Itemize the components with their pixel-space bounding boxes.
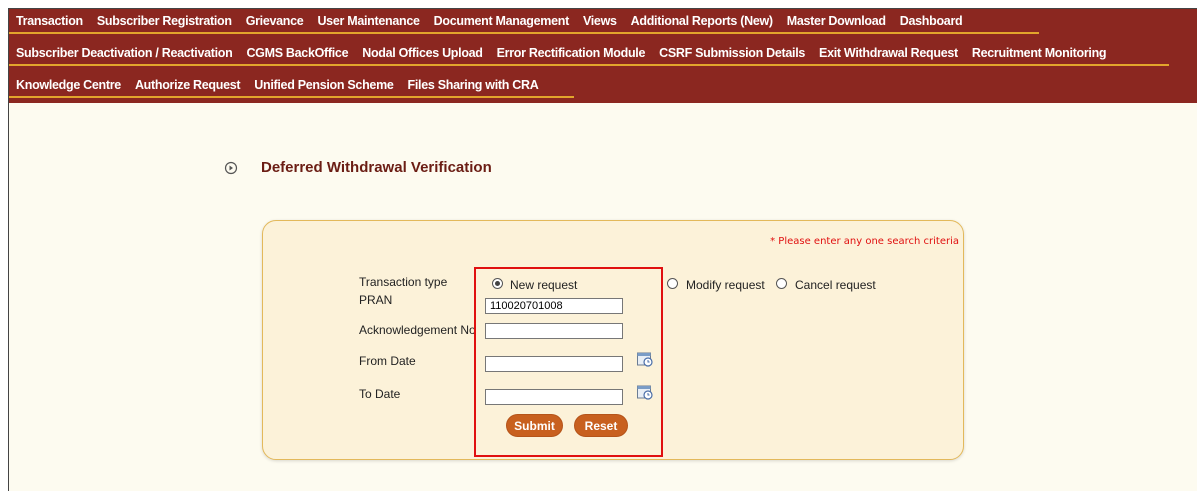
menu-item-master-download[interactable]: Master Download [780, 11, 893, 32]
menu-row-1: Transaction Subscriber Registration Grie… [9, 11, 1039, 34]
menu-item-authorize-request[interactable]: Authorize Request [128, 75, 247, 96]
to-date-label: To Date [359, 387, 401, 401]
menu-item-additional-reports[interactable]: Additional Reports (New) [624, 11, 780, 32]
menu-item-subscriber-deactivation[interactable]: Subscriber Deactivation / Reactivation [9, 43, 239, 64]
page-frame: Transaction Subscriber Registration Grie… [8, 8, 1197, 491]
menu-item-cgms-backoffice[interactable]: CGMS BackOffice [239, 43, 355, 64]
circle-arrow-icon [223, 160, 239, 176]
menu-item-unified-pension-scheme[interactable]: Unified Pension Scheme [247, 75, 400, 96]
menu-row-3: Knowledge Centre Authorize Request Unifi… [9, 75, 574, 98]
menu-item-dashboard[interactable]: Dashboard [893, 11, 970, 32]
submit-button[interactable]: Submit [506, 414, 563, 437]
pran-label: PRAN [359, 293, 393, 307]
radio-new-request-label: New request [510, 278, 578, 292]
menu-item-csrf-submission[interactable]: CSRF Submission Details [652, 43, 812, 64]
menu-row-2: Subscriber Deactivation / Reactivation C… [9, 43, 1169, 66]
page-heading: Deferred Withdrawal Verification [223, 159, 492, 176]
pran-input[interactable] [485, 298, 623, 314]
menu-item-exit-withdrawal[interactable]: Exit Withdrawal Request [812, 43, 965, 64]
menu-item-subscriber-registration[interactable]: Subscriber Registration [90, 11, 239, 32]
calendar-icon[interactable] [636, 350, 654, 368]
acknowledgement-input[interactable] [485, 323, 623, 339]
menu-item-views[interactable]: Views [576, 11, 624, 32]
menu-item-nodal-offices-upload[interactable]: Nodal Offices Upload [355, 43, 489, 64]
acknowledgement-label: Acknowledgement No [359, 323, 476, 337]
top-menu: Transaction Subscriber Registration Grie… [9, 9, 1197, 103]
from-date-input[interactable] [485, 356, 623, 372]
reset-button[interactable]: Reset [574, 414, 628, 437]
menu-item-files-sharing[interactable]: Files Sharing with CRA [401, 75, 546, 96]
to-date-input[interactable] [485, 389, 623, 405]
calendar-icon[interactable] [636, 383, 654, 401]
menu-item-grievance[interactable]: Grievance [239, 11, 311, 32]
search-panel: * Please enter any one search criteria T… [262, 220, 964, 460]
radio-cancel-request[interactable] [776, 278, 787, 289]
menu-item-transaction[interactable]: Transaction [9, 11, 90, 32]
menu-item-user-maintenance[interactable]: User Maintenance [310, 11, 426, 32]
radio-modify-request[interactable] [667, 278, 678, 289]
radio-modify-request-label: Modify request [686, 278, 765, 292]
menu-item-recruitment-monitoring[interactable]: Recruitment Monitoring [965, 43, 1113, 64]
menu-item-knowledge-centre[interactable]: Knowledge Centre [9, 75, 128, 96]
page-title: Deferred Withdrawal Verification [261, 159, 492, 176]
menu-item-error-rectification[interactable]: Error Rectification Module [490, 43, 652, 64]
required-note: * Please enter any one search criteria [770, 236, 959, 247]
radio-new-request[interactable] [492, 278, 503, 289]
transaction-type-label: Transaction type [359, 275, 448, 289]
radio-cancel-request-label: Cancel request [795, 278, 876, 292]
from-date-label: From Date [359, 354, 416, 368]
menu-item-document-management[interactable]: Document Management [427, 11, 576, 32]
